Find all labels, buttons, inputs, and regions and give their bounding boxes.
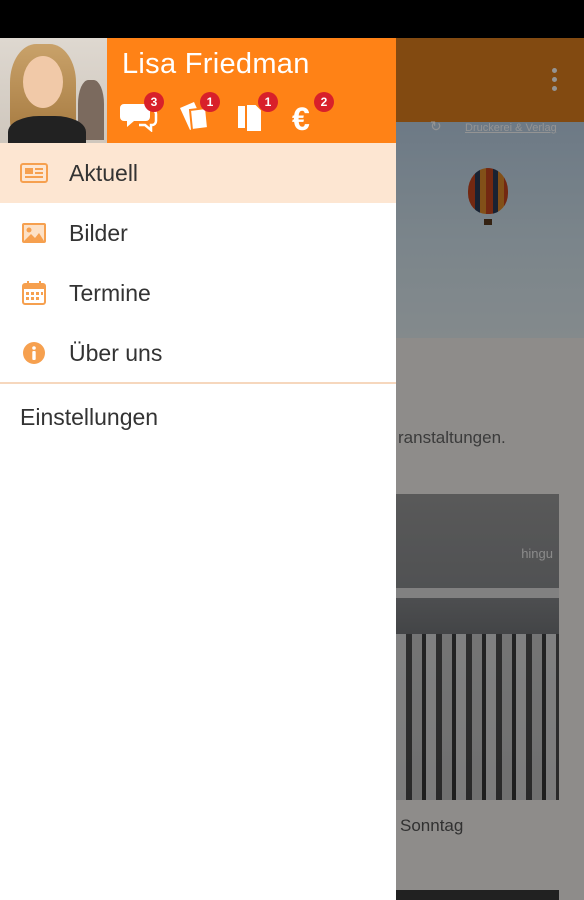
drawer-header: Lisa Friedman 3 1 1 € 2 — [0, 38, 396, 143]
menu-item-label: Termine — [69, 280, 151, 306]
calendar-icon — [22, 281, 46, 305]
menu-item-aktuell[interactable]: Aktuell — [0, 143, 396, 203]
notification-badge: 1 — [258, 92, 278, 112]
menu-item-ueber-uns[interactable]: Über uns — [0, 323, 396, 383]
payments-button[interactable]: € 2 — [290, 92, 334, 136]
menu-item-termine[interactable]: Termine — [0, 263, 396, 323]
newspaper-icon — [20, 163, 48, 183]
menu-item-label: Über uns — [69, 340, 163, 366]
notification-badge: 1 — [200, 92, 220, 112]
user-name: Lisa Friedman — [122, 48, 310, 80]
svg-text:€: € — [292, 101, 310, 134]
notification-badge: 2 — [314, 92, 334, 112]
menu-item-label: Aktuell — [69, 160, 139, 186]
settings-item[interactable]: Einstellungen — [20, 404, 158, 431]
tickets-button[interactable]: 1 — [176, 92, 220, 136]
info-icon — [23, 342, 45, 364]
divider — [0, 382, 396, 384]
navigation-drawer: Lisa Friedman 3 1 1 € 2 Aktuell Bilder T… — [0, 38, 396, 900]
image-icon — [22, 223, 46, 243]
menu-item-label: Bilder — [69, 220, 128, 246]
menu-item-bilder[interactable]: Bilder — [0, 203, 396, 263]
status-bar — [0, 0, 584, 38]
messages-button[interactable]: 3 — [120, 92, 164, 136]
documents-button[interactable]: 1 — [234, 92, 278, 136]
avatar[interactable] — [0, 38, 107, 143]
notification-badge: 3 — [144, 92, 164, 112]
